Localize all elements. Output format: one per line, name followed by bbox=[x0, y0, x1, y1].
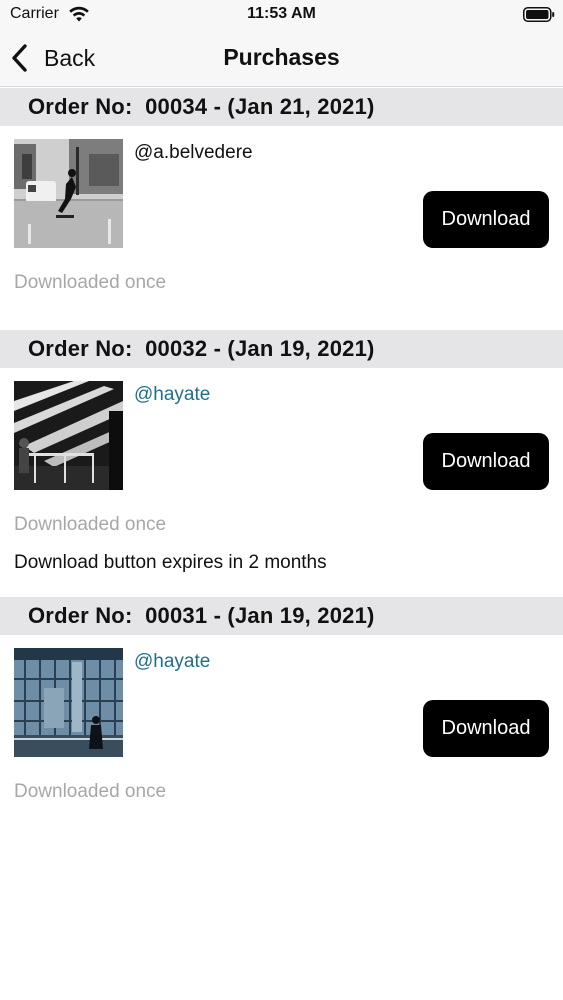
status-time: 11:53 AM bbox=[247, 5, 316, 22]
thumbnail-image[interactable] bbox=[14, 139, 123, 248]
order-section: Order No: 00032 - (Jan 19, 2021) @hayate… bbox=[0, 330, 563, 597]
order-header-text: Order No: 00032 - (Jan 19, 2021) bbox=[28, 336, 375, 361]
expiry-note: Download button expires in 2 months bbox=[14, 552, 327, 573]
seller-username[interactable]: @hayate bbox=[134, 651, 210, 673]
order-section: Order No: 00031 - (Jan 19, 2021) @hayate… bbox=[0, 597, 563, 839]
order-section: Order No: 00034 - (Jan 21, 2021) @a.belv… bbox=[0, 88, 563, 330]
order-body: @hayate Download Downloaded once Downloa… bbox=[0, 368, 563, 597]
order-header: Order No: 00032 - (Jan 19, 2021) bbox=[0, 330, 563, 368]
download-button[interactable]: Download bbox=[423, 191, 549, 248]
thumbnail-image[interactable] bbox=[14, 648, 123, 757]
download-status: Downloaded once bbox=[14, 781, 167, 802]
download-button[interactable]: Download bbox=[423, 433, 549, 490]
battery-icon bbox=[523, 7, 555, 22]
order-body: @hayate Download Downloaded once bbox=[0, 635, 563, 839]
download-status: Downloaded once bbox=[14, 514, 167, 535]
order-header: Order No: 00031 - (Jan 19, 2021) bbox=[0, 597, 563, 635]
page-title: Purchases bbox=[223, 44, 340, 70]
order-header-text: Order No: 00031 - (Jan 19, 2021) bbox=[28, 603, 375, 628]
download-status: Downloaded once bbox=[14, 272, 167, 293]
order-header: Order No: 00034 - (Jan 21, 2021) bbox=[0, 88, 563, 126]
seller-username: @a.belvedere bbox=[134, 142, 253, 163]
order-body: @a.belvedere Download Downloaded once bbox=[0, 126, 563, 330]
orders-list: Order No: 00034 - (Jan 21, 2021) @a.belv… bbox=[0, 88, 563, 839]
navigation-bar: Back Purchases bbox=[0, 30, 563, 87]
seller-username[interactable]: @hayate bbox=[134, 384, 210, 406]
status-bar: Carrier 11:53 AM bbox=[0, 0, 563, 30]
order-header-text: Order No: 00034 - (Jan 21, 2021) bbox=[28, 94, 375, 119]
thumbnail-image[interactable] bbox=[14, 381, 123, 490]
download-button[interactable]: Download bbox=[423, 700, 549, 757]
